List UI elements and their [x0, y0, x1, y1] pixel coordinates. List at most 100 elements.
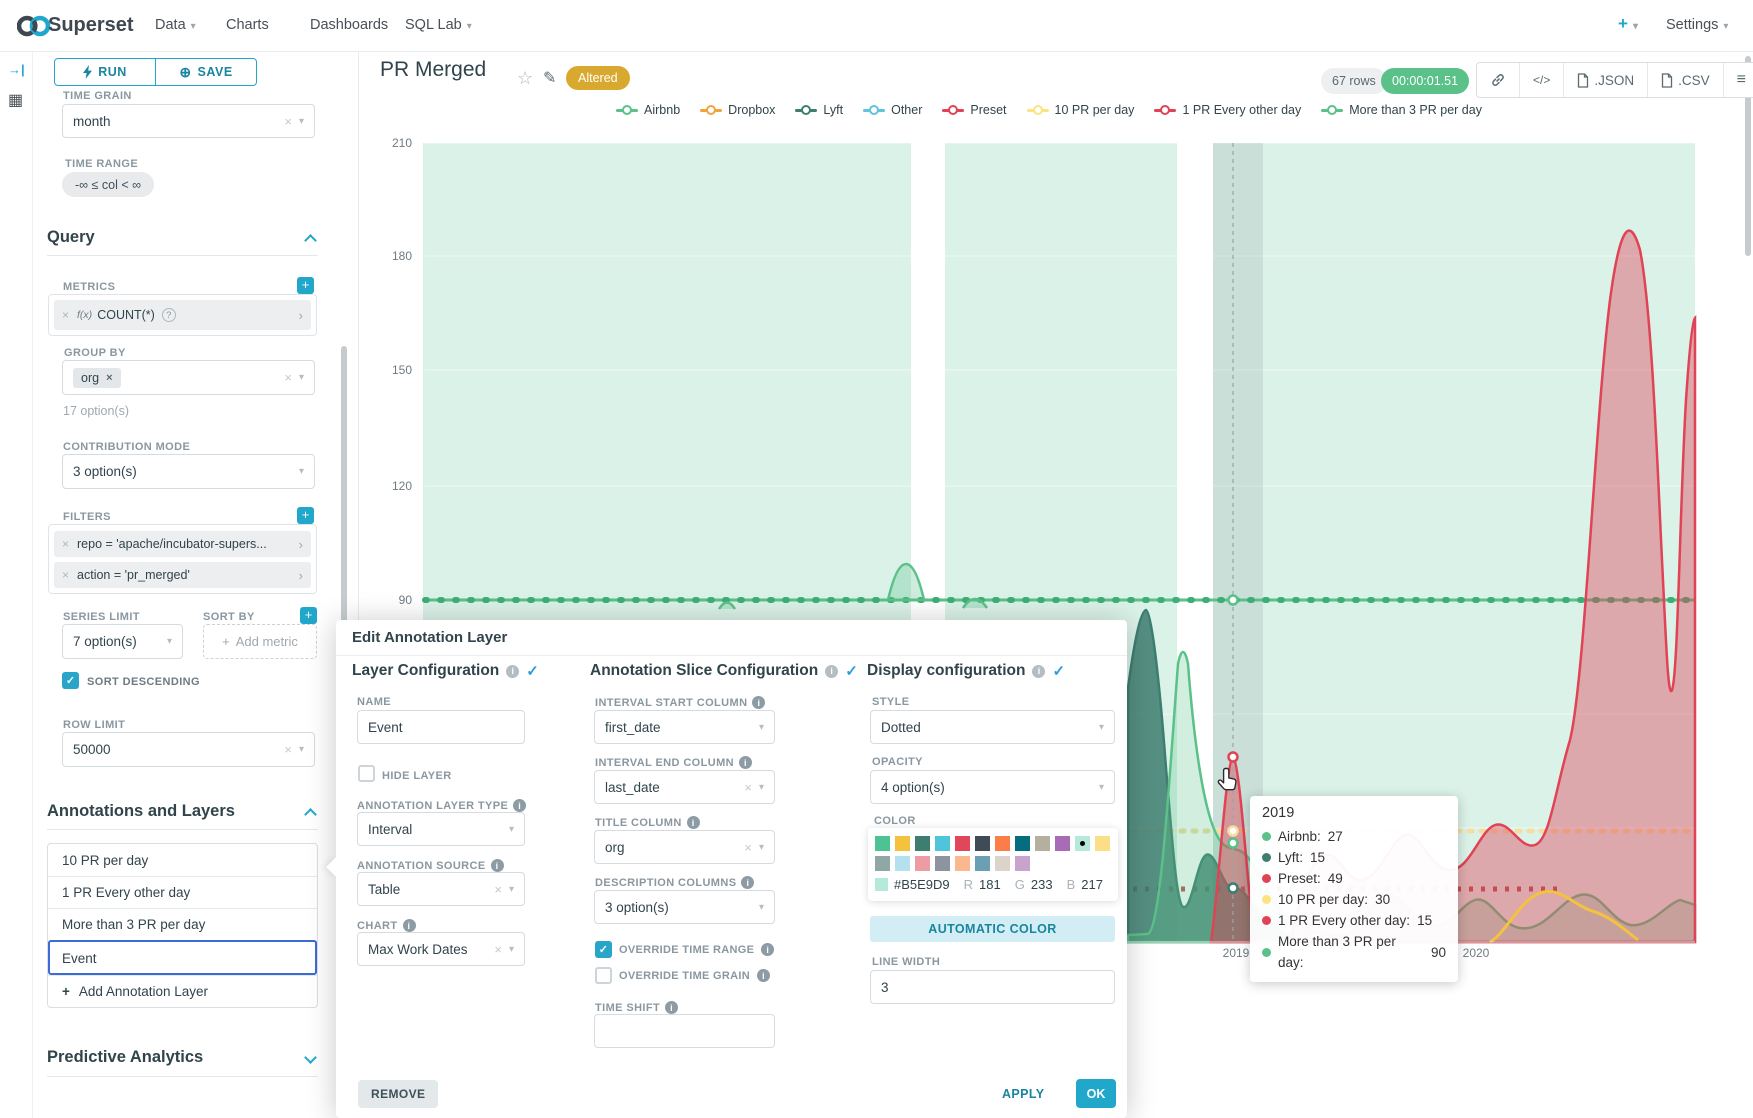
- color-swatch[interactable]: [1035, 836, 1050, 851]
- chevron-right-icon[interactable]: ›: [299, 568, 303, 583]
- line-width-input[interactable]: [870, 970, 1115, 1004]
- save-button[interactable]: ⊕ SAVE: [155, 59, 256, 85]
- export-csv-button[interactable]: .CSV: [1648, 63, 1724, 97]
- time-grain-select[interactable]: month × ▾: [62, 104, 315, 138]
- color-swatch-selected[interactable]: [1075, 836, 1090, 851]
- legend-item[interactable]: Lyft: [795, 103, 843, 117]
- info-icon[interactable]: i: [665, 1001, 678, 1014]
- apply-button[interactable]: APPLY: [992, 1080, 1055, 1108]
- annotation-layer-item-selected[interactable]: Event: [48, 940, 317, 975]
- annotation-source-select[interactable]: Table × ▾: [357, 872, 525, 906]
- color-swatch[interactable]: [995, 836, 1010, 851]
- info-icon[interactable]: i: [506, 665, 519, 678]
- color-swatch[interactable]: [915, 836, 930, 851]
- legend-item[interactable]: 1 PR Every other day: [1154, 103, 1301, 117]
- annotation-layer-item[interactable]: 10 PR per day: [48, 844, 317, 876]
- automatic-color-button[interactable]: AUTOMATIC COLOR: [870, 916, 1115, 942]
- contribution-mode-select[interactable]: 3 option(s) ▾: [62, 454, 315, 489]
- clear-icon[interactable]: ×: [744, 780, 752, 795]
- sort-by-add-metric[interactable]: + Add metric: [203, 624, 317, 659]
- clear-icon[interactable]: ×: [744, 840, 752, 855]
- add-annotation-layer-button[interactable]: + Add Annotation Layer: [48, 975, 317, 1007]
- remove-filter-icon[interactable]: ×: [62, 568, 69, 582]
- color-swatch[interactable]: [915, 856, 930, 871]
- color-swatch[interactable]: [975, 856, 990, 871]
- embed-code-button[interactable]: </>: [1520, 63, 1564, 97]
- color-swatch[interactable]: [1095, 836, 1110, 851]
- legend-item[interactable]: Dropbox: [700, 103, 775, 117]
- info-icon[interactable]: i: [757, 969, 770, 982]
- remove-tag-icon[interactable]: ×: [106, 372, 112, 384]
- title-column-select[interactable]: org × ▾: [594, 830, 775, 864]
- annotation-layer-item[interactable]: 1 PR Every other day: [48, 876, 317, 908]
- dataset-grid-icon[interactable]: ▦: [8, 90, 23, 110]
- annotation-layer-type-select[interactable]: Interval ▾: [357, 812, 525, 846]
- edit-title-icon[interactable]: ✎: [543, 68, 556, 88]
- add-sort-metric-button[interactable]: +: [300, 607, 317, 624]
- clear-icon[interactable]: ×: [284, 742, 292, 757]
- add-metric-button[interactable]: +: [297, 277, 314, 294]
- remove-button[interactable]: REMOVE: [358, 1080, 438, 1108]
- color-swatch[interactable]: [995, 856, 1010, 871]
- color-swatch[interactable]: [1015, 836, 1030, 851]
- color-swatch[interactable]: [935, 836, 950, 851]
- more-options-button[interactable]: ≡: [1724, 63, 1753, 97]
- name-input[interactable]: [357, 710, 525, 744]
- info-icon[interactable]: i: [513, 799, 526, 812]
- chevron-right-icon[interactable]: ›: [299, 308, 303, 323]
- info-icon[interactable]: i: [687, 816, 700, 829]
- superset-logo-icon[interactable]: [17, 13, 51, 39]
- color-swatch[interactable]: [975, 836, 990, 851]
- remove-metric-icon[interactable]: ×: [62, 308, 69, 322]
- legend-item[interactable]: Other: [863, 103, 922, 117]
- sort-descending-checkbox[interactable]: ✓: [62, 672, 79, 689]
- legend-item[interactable]: Preset: [942, 103, 1006, 117]
- nav-menu-data[interactable]: Data▾: [155, 17, 196, 33]
- color-swatch[interactable]: [955, 836, 970, 851]
- info-icon[interactable]: i: [1032, 665, 1045, 678]
- opacity-select[interactable]: 4 option(s) ▾: [870, 770, 1115, 804]
- nav-menu-charts[interactable]: Charts: [226, 17, 269, 33]
- altered-badge[interactable]: Altered: [566, 66, 630, 90]
- color-swatch[interactable]: [1015, 856, 1030, 871]
- row-limit-select[interactable]: 50000 × ▾: [62, 732, 315, 767]
- info-icon[interactable]: i: [739, 756, 752, 769]
- info-icon[interactable]: i: [761, 943, 774, 956]
- interval-end-select[interactable]: last_date × ▾: [594, 770, 775, 804]
- info-icon[interactable]: i: [752, 696, 765, 709]
- annotation-layer-item[interactable]: More than 3 PR per day: [48, 908, 317, 940]
- description-columns-select[interactable]: 3 option(s) ▾: [594, 890, 775, 924]
- clear-icon[interactable]: ×: [494, 882, 502, 897]
- color-swatch[interactable]: [875, 836, 890, 851]
- style-select[interactable]: Dotted ▾: [870, 710, 1115, 744]
- remove-filter-icon[interactable]: ×: [62, 537, 69, 551]
- info-icon[interactable]: i: [491, 859, 504, 872]
- time-shift-input[interactable]: [594, 1014, 775, 1048]
- info-icon[interactable]: i: [741, 876, 754, 889]
- color-swatch[interactable]: [1055, 836, 1070, 851]
- new-item-button[interactable]: +▾: [1618, 14, 1638, 34]
- brand-title[interactable]: Superset: [48, 14, 134, 37]
- info-icon[interactable]: i: [825, 665, 838, 678]
- copy-link-button[interactable]: [1477, 63, 1520, 97]
- clear-icon[interactable]: ×: [284, 370, 292, 385]
- favorite-star-icon[interactable]: ☆: [517, 68, 533, 89]
- clear-icon[interactable]: ×: [494, 942, 502, 957]
- chevron-right-icon[interactable]: ›: [299, 537, 303, 552]
- legend-item[interactable]: Airbnb: [616, 103, 680, 117]
- override-time-grain-row[interactable]: OVERRIDE TIME GRAIN i: [595, 967, 770, 984]
- interval-start-select[interactable]: first_date ▾: [594, 710, 775, 744]
- color-swatch[interactable]: [955, 856, 970, 871]
- filter-pill[interactable]: × action = 'pr_merged' ›: [54, 562, 311, 588]
- color-swatch[interactable]: [935, 856, 950, 871]
- color-swatch[interactable]: [875, 856, 890, 871]
- settings-menu[interactable]: Settings▾: [1666, 17, 1728, 33]
- add-filter-button[interactable]: +: [297, 507, 314, 524]
- group-by-select[interactable]: org× × ▾: [62, 360, 315, 395]
- hide-layer-checkbox[interactable]: [358, 765, 375, 782]
- series-limit-select[interactable]: 7 option(s) ▾: [62, 624, 183, 659]
- override-time-range-row[interactable]: ✓ OVERRIDE TIME RANGE i: [595, 941, 774, 958]
- info-icon[interactable]: i: [403, 919, 416, 932]
- run-button[interactable]: RUN: [55, 59, 155, 85]
- metric-pill[interactable]: × f(x) COUNT(*) ? ›: [54, 300, 311, 330]
